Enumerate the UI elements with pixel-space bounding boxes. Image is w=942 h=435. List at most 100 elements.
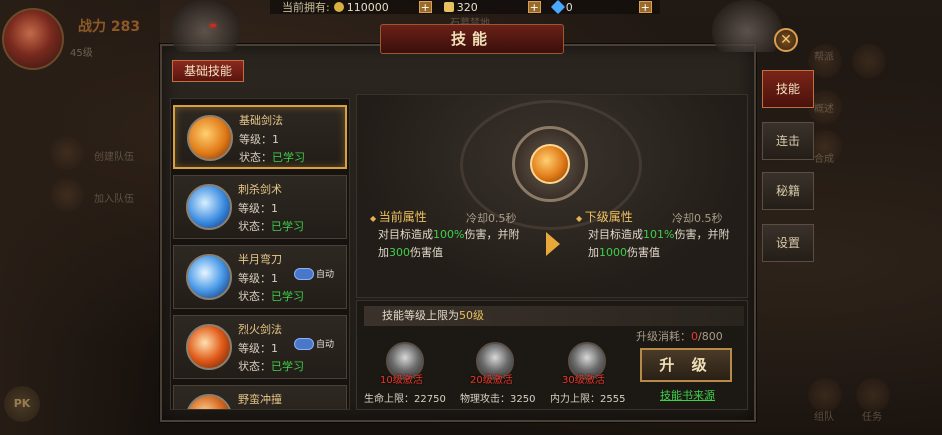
- gold-coin-icon: [333, 2, 344, 12]
- pk-button[interactable]: PK: [4, 386, 40, 422]
- player-avatar[interactable]: [2, 8, 64, 70]
- toggle-switch[interactable]: [294, 337, 314, 350]
- right-icon-label: 合成: [814, 154, 834, 165]
- add-diamond-button[interactable]: +: [638, 1, 652, 14]
- tab-basic-skills[interactable]: 基础技能: [172, 60, 244, 82]
- cost-have: 0: [691, 330, 698, 343]
- desc-dmg: 1000: [599, 246, 627, 259]
- desc-dmg: 300: [389, 246, 410, 259]
- state-label: 状态：: [238, 360, 271, 373]
- desc-pct: 101%: [643, 228, 675, 241]
- skill-name: 烈火剑法: [238, 323, 282, 336]
- right-icon-label: 概述: [814, 104, 834, 115]
- desc-text: 对目标造成: [588, 228, 643, 241]
- state-value: 已学习: [271, 220, 304, 233]
- state-value: 已学习: [271, 290, 304, 303]
- add-gold-button[interactable]: +: [418, 1, 432, 14]
- skill-name: 基础剑法: [239, 114, 283, 127]
- skill-level: 等级：1: [238, 342, 278, 355]
- close-icon[interactable]: ✕: [774, 28, 798, 52]
- tab-secret-books[interactable]: 秘籍: [762, 172, 814, 210]
- selected-skill-icon: [530, 144, 570, 184]
- list-item[interactable]: 刺杀剑术 等级：1 状态：已学习: [173, 175, 347, 239]
- join-team-label[interactable]: 加入队伍: [94, 190, 134, 205]
- desc-pct: 100%: [433, 228, 465, 241]
- ingot-icon: [443, 2, 454, 12]
- upgrade-cost: 升级消耗：0/800: [636, 328, 723, 344]
- diamond-icon: [550, 0, 565, 15]
- join-icon: [50, 178, 84, 212]
- activation-label: 30级激活: [562, 375, 605, 386]
- panel-title: 技能: [380, 24, 564, 54]
- state-value: 已学习: [271, 360, 304, 373]
- state-value: 已学习: [272, 151, 305, 164]
- fire-sword-icon: [186, 324, 232, 370]
- state-label: 状态：: [239, 151, 272, 164]
- dragon-ornament-left: [170, 0, 240, 52]
- cost-label: 升级消耗：: [636, 330, 691, 343]
- activation-label: 20级激活: [470, 375, 513, 386]
- skill-level: 等级：1: [238, 202, 278, 215]
- dragon-ornament-right: [712, 0, 782, 52]
- right-icon-label: 帮派: [814, 52, 834, 63]
- thrust-icon: [186, 184, 232, 230]
- skill-state: 状态：已学习: [238, 218, 304, 234]
- team-icon: [50, 136, 84, 170]
- create-team-label[interactable]: 创建队伍: [94, 148, 134, 163]
- list-item[interactable]: 烈火剑法 等级：1 自动 状态：已学习: [173, 315, 347, 379]
- desc-text: 伤害值: [627, 246, 660, 259]
- stat-mana: 内力上限：2555: [550, 394, 626, 405]
- desc-text: 伤害值: [410, 246, 443, 259]
- next-attr-title: 下级属性: [576, 208, 633, 225]
- auto-cast-toggle[interactable]: 自动: [294, 337, 334, 350]
- next-cooldown: 冷却0.5秒: [672, 212, 723, 225]
- limit-value: 50级: [459, 309, 484, 322]
- group-icon[interactable]: [808, 378, 842, 412]
- upgrade-button[interactable]: 升 级: [640, 348, 732, 382]
- charge-icon: [186, 394, 232, 409]
- skill-state: 状态：已学习: [238, 288, 304, 304]
- tab-combo[interactable]: 连击: [762, 122, 814, 160]
- currency-label: 当前拥有:: [282, 1, 330, 14]
- activation-label: 10级激活: [380, 375, 423, 386]
- arrow-right-icon: [546, 232, 560, 256]
- bag-icon[interactable]: [852, 44, 886, 78]
- skill-name: 野蛮冲撞: [238, 393, 282, 406]
- level-limit-bar: 技能等级上限为50级: [364, 306, 744, 326]
- current-cooldown: 冷却0.5秒: [466, 212, 517, 225]
- tab-settings[interactable]: 设置: [762, 224, 814, 262]
- right-icon-label: 任务: [862, 412, 882, 423]
- dragon-eye-icon: [210, 24, 216, 27]
- auto-cast-toggle[interactable]: 自动: [294, 267, 334, 280]
- skill-level: 等级：1: [239, 133, 279, 146]
- cost-need: /800: [698, 330, 723, 343]
- add-ingot-button[interactable]: +: [527, 1, 541, 14]
- diamond-value: 0: [565, 0, 573, 14]
- skill-name: 半月弯刀: [238, 253, 282, 266]
- skill-level: 等级：1: [238, 272, 278, 285]
- auto-label: 自动: [316, 270, 335, 280]
- skill-book-source-link[interactable]: 技能书来源: [660, 387, 715, 403]
- toggle-switch[interactable]: [294, 267, 314, 280]
- gold-amount: 110000: [333, 1, 389, 14]
- skill-name: 刺杀剑术: [238, 183, 282, 196]
- skill-state: 状态：已学习: [239, 149, 305, 165]
- current-attr-desc: 对目标造成100%伤害，并附加300伤害值: [378, 226, 528, 262]
- limit-text: 技能等级上限为: [382, 309, 459, 322]
- next-attr-desc: 对目标造成101%伤害，并附加1000伤害值: [588, 226, 734, 262]
- list-item[interactable]: 半月弯刀 等级：1 自动 状态：已学习: [173, 245, 347, 309]
- sword-strike-icon: [187, 115, 233, 161]
- skill-list[interactable]: 基础剑法 等级：1 状态：已学习 刺杀剑术 等级：1 状态：已学习 半月弯刀 等…: [170, 98, 350, 410]
- list-item[interactable]: 野蛮冲撞: [173, 385, 347, 409]
- stat-hp: 生命上限：22750: [364, 394, 446, 405]
- ingot-amount: 320: [443, 0, 478, 14]
- task-icon[interactable]: [856, 378, 890, 412]
- crescent-blade-icon: [186, 254, 232, 300]
- right-icon-label: 组队: [814, 412, 834, 423]
- ingot-value: 320: [456, 0, 478, 14]
- list-item[interactable]: 基础剑法 等级：1 状态：已学习: [173, 105, 347, 169]
- current-attr-title: 当前属性: [370, 208, 427, 225]
- tab-skills[interactable]: 技能: [762, 70, 814, 108]
- stat-attack: 物理攻击：3250: [460, 394, 536, 405]
- diamond-amount: 0: [550, 0, 573, 15]
